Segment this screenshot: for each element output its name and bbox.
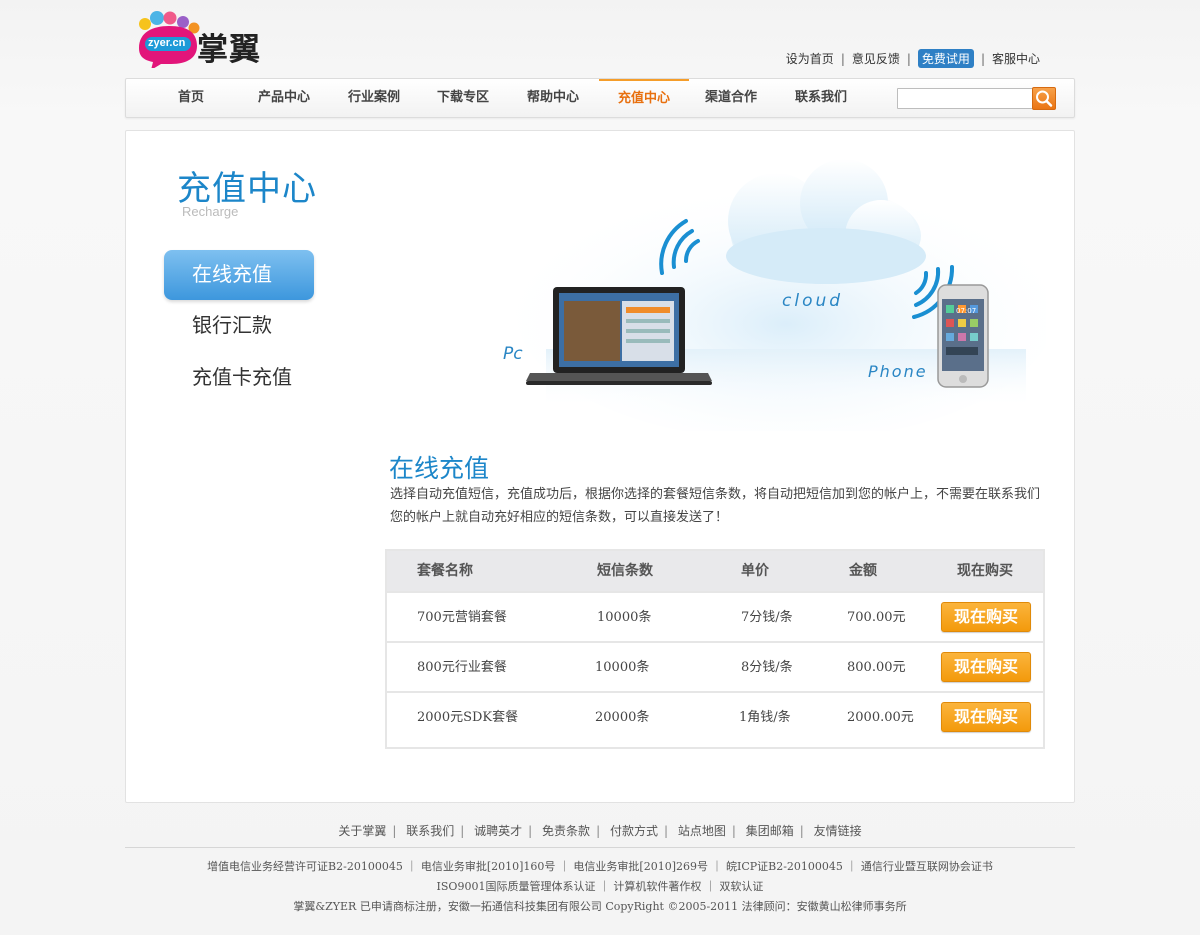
package-name: 700元营销套餐 xyxy=(417,610,507,625)
table-row: 700元营销套餐 10000条 7分钱/条 700.00元 现在购买 xyxy=(387,591,1043,641)
unit-price: 8分钱/条 xyxy=(741,660,793,675)
amount: 800.00元 xyxy=(847,660,906,675)
separator: | xyxy=(840,51,845,66)
footer-link-about[interactable]: 关于掌翼 xyxy=(338,824,386,838)
separator: | xyxy=(731,824,736,838)
cloud-label: cloud xyxy=(782,291,843,311)
nav-item-home[interactable]: 首页 xyxy=(146,79,236,117)
separator: | xyxy=(799,824,804,838)
nav-item-cases[interactable]: 行业案例 xyxy=(329,79,419,117)
header-unit-price: 单价 xyxy=(741,563,769,579)
search-icon xyxy=(1036,90,1053,107)
section-description: 选择自动充值短信，充值成功后，根据你选择的套餐短信条数，将自动把短信加到您的帐户… xyxy=(390,487,1041,525)
amount: 2000.00元 xyxy=(847,710,914,725)
header-sms-count: 短信条数 xyxy=(597,563,653,579)
sidebar-item-card-recharge[interactable]: 充值卡充值 xyxy=(164,353,314,403)
table-header: 套餐名称 短信条数 单价 金额 现在购买 xyxy=(387,551,1043,591)
buy-now-button[interactable]: 现在购买 xyxy=(941,652,1031,682)
footer-links: 关于掌翼 | 联系我们 | 诚聘英才 | 免责条款 | 付款方式 | 站点地图 | 集团邮箱… xyxy=(0,822,1200,839)
search-input[interactable] xyxy=(897,88,1033,109)
logo-badge-text: zyer.cn xyxy=(148,37,186,49)
main-nav: 首页 产品中心 行业案例 下载专区 帮助中心 充值中心 渠道合作 联系我们 xyxy=(125,78,1075,118)
package-table: 套餐名称 短信条数 单价 金额 现在购买 700元营销套餐 10000条 7分钱… xyxy=(385,549,1045,749)
nav-item-downloads[interactable]: 下载专区 xyxy=(418,79,508,117)
footer-link-jobs[interactable]: 诚聘英才 xyxy=(474,824,522,838)
unit-price: 1角钱/条 xyxy=(739,710,791,725)
buy-now-button[interactable]: 现在购买 xyxy=(941,602,1031,632)
footer-license-line: 增值电信业务经营许可证B2-20100045 ｜ 电信业务审批[2010]160… xyxy=(207,860,993,873)
cloud-icon xyxy=(726,159,926,284)
footer-link-contact[interactable]: 联系我们 xyxy=(406,824,454,838)
footer-cert-line: ISO9001国际质量管理体系认证 ｜ 计算机软件著作权 ｜ 双软认证 xyxy=(436,880,764,893)
footer-divider xyxy=(125,847,1075,848)
hero-illustration: Pc cloud Phone 07:07 xyxy=(486,141,1056,441)
table-row: 2000元SDK套餐 20000条 1角钱/条 2000.00元 现在购买 xyxy=(387,691,1043,741)
logo-text: 掌翼 xyxy=(197,32,261,68)
package-name: 2000元SDK套餐 xyxy=(417,710,519,725)
buy-now-button[interactable]: 现在购买 xyxy=(941,702,1031,732)
separator: | xyxy=(392,824,397,838)
separator: | xyxy=(460,824,465,838)
separator: | xyxy=(663,824,668,838)
footer-link-disclaimer[interactable]: 免责条款 xyxy=(542,824,590,838)
section-title: 在线充值 xyxy=(389,454,490,483)
nav-item-channel[interactable]: 渠道合作 xyxy=(686,79,776,117)
sms-count: 10000条 xyxy=(597,610,652,625)
separator: | xyxy=(596,824,601,838)
feedback-link[interactable]: 意见反馈 xyxy=(852,50,900,67)
separator: | xyxy=(528,824,533,838)
footer-link-mail[interactable]: 集团邮箱 xyxy=(746,824,794,838)
unit-price: 7分钱/条 xyxy=(741,610,793,625)
free-trial-button[interactable]: 免费试用 xyxy=(917,49,974,68)
search-button[interactable] xyxy=(1032,87,1056,110)
phone-time: 07:07 xyxy=(956,307,976,315)
sms-count: 10000条 xyxy=(595,660,650,675)
footer-link-sitemap[interactable]: 站点地图 xyxy=(678,824,726,838)
sidebar-item-online-recharge[interactable]: 在线充值 xyxy=(164,250,314,300)
table-row: 800元行业套餐 10000条 8分钱/条 800.00元 现在购买 xyxy=(387,641,1043,691)
nav-item-products[interactable]: 产品中心 xyxy=(239,79,329,117)
phone-label: Phone xyxy=(868,362,928,381)
separator: | xyxy=(906,51,911,66)
package-name: 800元行业套餐 xyxy=(417,660,507,675)
main-panel: 充值中心 Recharge 在线充值 银行汇款 充值卡充值 Pc cloud P… xyxy=(125,130,1075,803)
sms-count: 20000条 xyxy=(595,710,650,725)
sidebar-title: 充值中心 xyxy=(177,169,317,209)
footer-copyright-line: 掌翼&ZYER 已申请商标注册，安徽一拓通信科技集团有限公司 CopyRight… xyxy=(293,900,907,913)
nav-item-contact[interactable]: 联系我们 xyxy=(776,79,866,117)
nav-item-help[interactable]: 帮助中心 xyxy=(508,79,598,117)
footer-link-friends[interactable]: 友情链接 xyxy=(814,824,862,838)
separator: | xyxy=(980,51,985,66)
header-buy-now: 现在购买 xyxy=(957,563,1013,579)
phone-icon xyxy=(937,284,989,388)
nav-item-recharge[interactable]: 充值中心 xyxy=(599,79,689,117)
sidebar-item-bank-transfer[interactable]: 银行汇款 xyxy=(164,301,314,351)
header-package-name: 套餐名称 xyxy=(417,563,473,579)
customer-service-link[interactable]: 客服中心 xyxy=(992,50,1040,67)
footer-link-payment[interactable]: 付款方式 xyxy=(610,824,658,838)
laptop-icon xyxy=(526,287,712,385)
set-homepage-link[interactable]: 设为首页 xyxy=(786,50,834,67)
pc-label: Pc xyxy=(503,344,523,364)
top-links: 设为首页 | 意见反馈 | 免费试用 | 客服中心 xyxy=(786,49,1040,68)
header-amount: 金额 xyxy=(849,563,877,579)
amount: 700.00元 xyxy=(847,610,906,625)
sidebar-subtitle: Recharge xyxy=(182,204,239,219)
